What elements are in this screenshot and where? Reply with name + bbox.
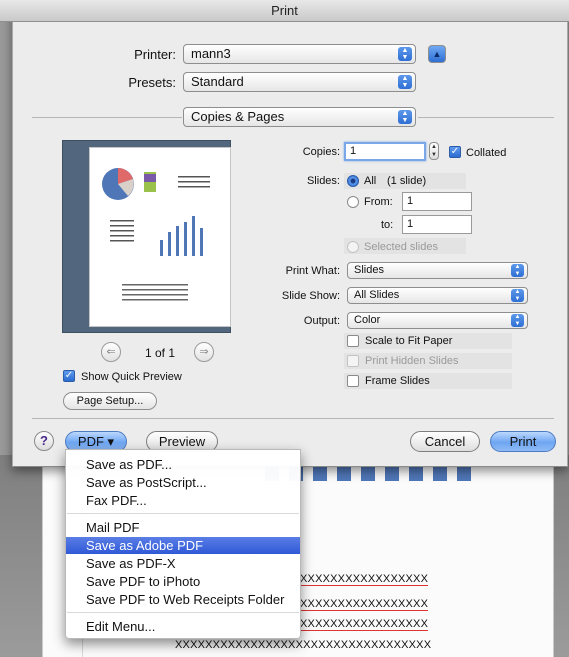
help-button[interactable]: ? [34, 431, 54, 451]
window-title: Print [0, 0, 569, 22]
popup-arrows-icon: ▲ ▼ [398, 75, 412, 89]
disclosure-button[interactable]: ▲ [428, 45, 446, 63]
printer-label: Printer: [134, 47, 176, 62]
print-what-popup[interactable]: Slides ▲ ▼ [347, 262, 528, 279]
menu-separator [67, 612, 299, 613]
printer-value: mann3 [191, 46, 231, 61]
presets-label: Presets: [128, 75, 176, 90]
triangle-up-icon: ▲ [432, 49, 442, 59]
document-text-row: XXXXXXXXXXXXXXXXXXXXXXXXXXXXXXXXXX [175, 639, 432, 651]
collated-label: Collated [466, 147, 507, 159]
arrow-left-icon: ⇐ [106, 346, 116, 358]
slides-from-label: From: [364, 196, 393, 208]
checkmark-icon: ✓ [450, 146, 460, 157]
print-what-label: Print What: [285, 265, 340, 277]
slides-to-input[interactable]: 1 [402, 215, 472, 234]
menu-item-save-as-postscript[interactable]: Save as PostScript... [66, 474, 300, 491]
collated-checkbox[interactable]: ✓ [449, 146, 461, 158]
page-indicator: 1 of 1 [144, 346, 176, 360]
print-hidden-label: Print Hidden Slides [365, 355, 459, 367]
slides-all-label: All [364, 175, 377, 187]
copies-label: Copies: [302, 146, 340, 158]
menu-item-mail-pdf[interactable]: Mail PDF [66, 519, 300, 536]
menu-item-save-pdf-to-iphoto[interactable]: Save PDF to iPhoto [66, 573, 300, 590]
slide-show-popup[interactable]: All Slides ▲ ▼ [347, 287, 528, 304]
show-quick-preview-label: Show Quick Preview [81, 371, 182, 383]
presets-value: Standard [191, 74, 244, 89]
divider [32, 117, 182, 118]
slides-label: Slides: [306, 175, 340, 187]
popup-arrows-icon: ▲ ▼ [511, 314, 524, 327]
print-hidden-checkbox[interactable] [347, 355, 359, 367]
popup-arrows-icon: ▲ ▼ [511, 289, 524, 302]
popup-arrows-icon: ▲ ▼ [398, 47, 412, 61]
slide-thumbnail [102, 168, 210, 301]
popup-arrows-icon: ▲ ▼ [398, 110, 412, 124]
pdf-menu: Save as PDF... Save as PostScript... Fax… [65, 449, 301, 639]
arrow-right-icon: ⇒ [199, 346, 209, 358]
copies-input[interactable]: 1 [344, 142, 426, 161]
slides-to-label: to: [381, 219, 394, 231]
slides-from-radio[interactable] [347, 196, 359, 208]
slides-all-radio[interactable] [347, 175, 359, 187]
copies-stepper[interactable]: ▲ ▼ [429, 142, 439, 160]
next-page-button[interactable]: ⇒ [194, 342, 214, 362]
previous-page-button[interactable]: ⇐ [101, 342, 121, 362]
help-icon: ? [40, 433, 48, 448]
cancel-button[interactable]: Cancel [410, 431, 480, 452]
divider [418, 117, 554, 118]
output-value: Color [354, 314, 381, 326]
menu-separator [67, 513, 299, 514]
stepper-arrows-icon: ▲ ▼ [431, 144, 437, 158]
slides-from-input[interactable]: 1 [402, 192, 472, 211]
menu-item-save-pdf-to-web-receipts[interactable]: Save PDF to Web Receipts Folder [66, 591, 300, 608]
scale-to-fit-label: Scale to Fit Paper [365, 335, 453, 347]
output-label: Output: [303, 315, 340, 327]
menu-item-fax-pdf[interactable]: Fax PDF... [66, 492, 300, 509]
slide-show-label: Slide Show: [281, 290, 340, 302]
slide-show-value: All Slides [354, 289, 400, 301]
menu-item-edit-menu[interactable]: Edit Menu... [66, 618, 300, 635]
presets-popup[interactable]: Standard ▲ ▼ [183, 72, 416, 92]
page-setup-button[interactable]: Page Setup... [63, 392, 157, 410]
print-button[interactable]: Print [490, 431, 556, 452]
divider [32, 418, 554, 419]
scale-to-fit-checkbox[interactable] [347, 335, 359, 347]
output-popup[interactable]: Color ▲ ▼ [347, 312, 528, 329]
menu-item-save-as-pdf[interactable]: Save as PDF... [66, 456, 300, 473]
document-text-row: XXXXXXXXXXXXXXXXX [300, 573, 429, 586]
document-text-row: XXXXXXXXXXXXXXXXX [300, 598, 429, 611]
print-what-value: Slides [354, 264, 384, 276]
frame-slides-label: Frame Slides [365, 375, 430, 387]
printer-popup[interactable]: mann3 ▲ ▼ [183, 44, 416, 64]
slides-selected-label: Selected slides [364, 241, 438, 253]
preview-page [89, 147, 231, 327]
slides-selected-radio[interactable] [347, 241, 359, 253]
popup-arrows-icon: ▲ ▼ [511, 264, 524, 277]
show-quick-preview-checkbox[interactable]: ✓ [63, 370, 75, 382]
frame-slides-checkbox[interactable] [347, 375, 359, 387]
document-text-row: XXXXXXXXXXXXXXXXX [300, 618, 429, 631]
menu-item-save-as-pdf-x[interactable]: Save as PDF-X [66, 555, 300, 572]
checkmark-icon: ✓ [64, 370, 74, 381]
section-popup[interactable]: Copies & Pages ▲ ▼ [183, 107, 416, 127]
menu-item-save-as-adobe-pdf[interactable]: Save as Adobe PDF [66, 537, 300, 554]
slides-all-detail: (1 slide) [387, 175, 427, 187]
section-value: Copies & Pages [191, 109, 285, 124]
